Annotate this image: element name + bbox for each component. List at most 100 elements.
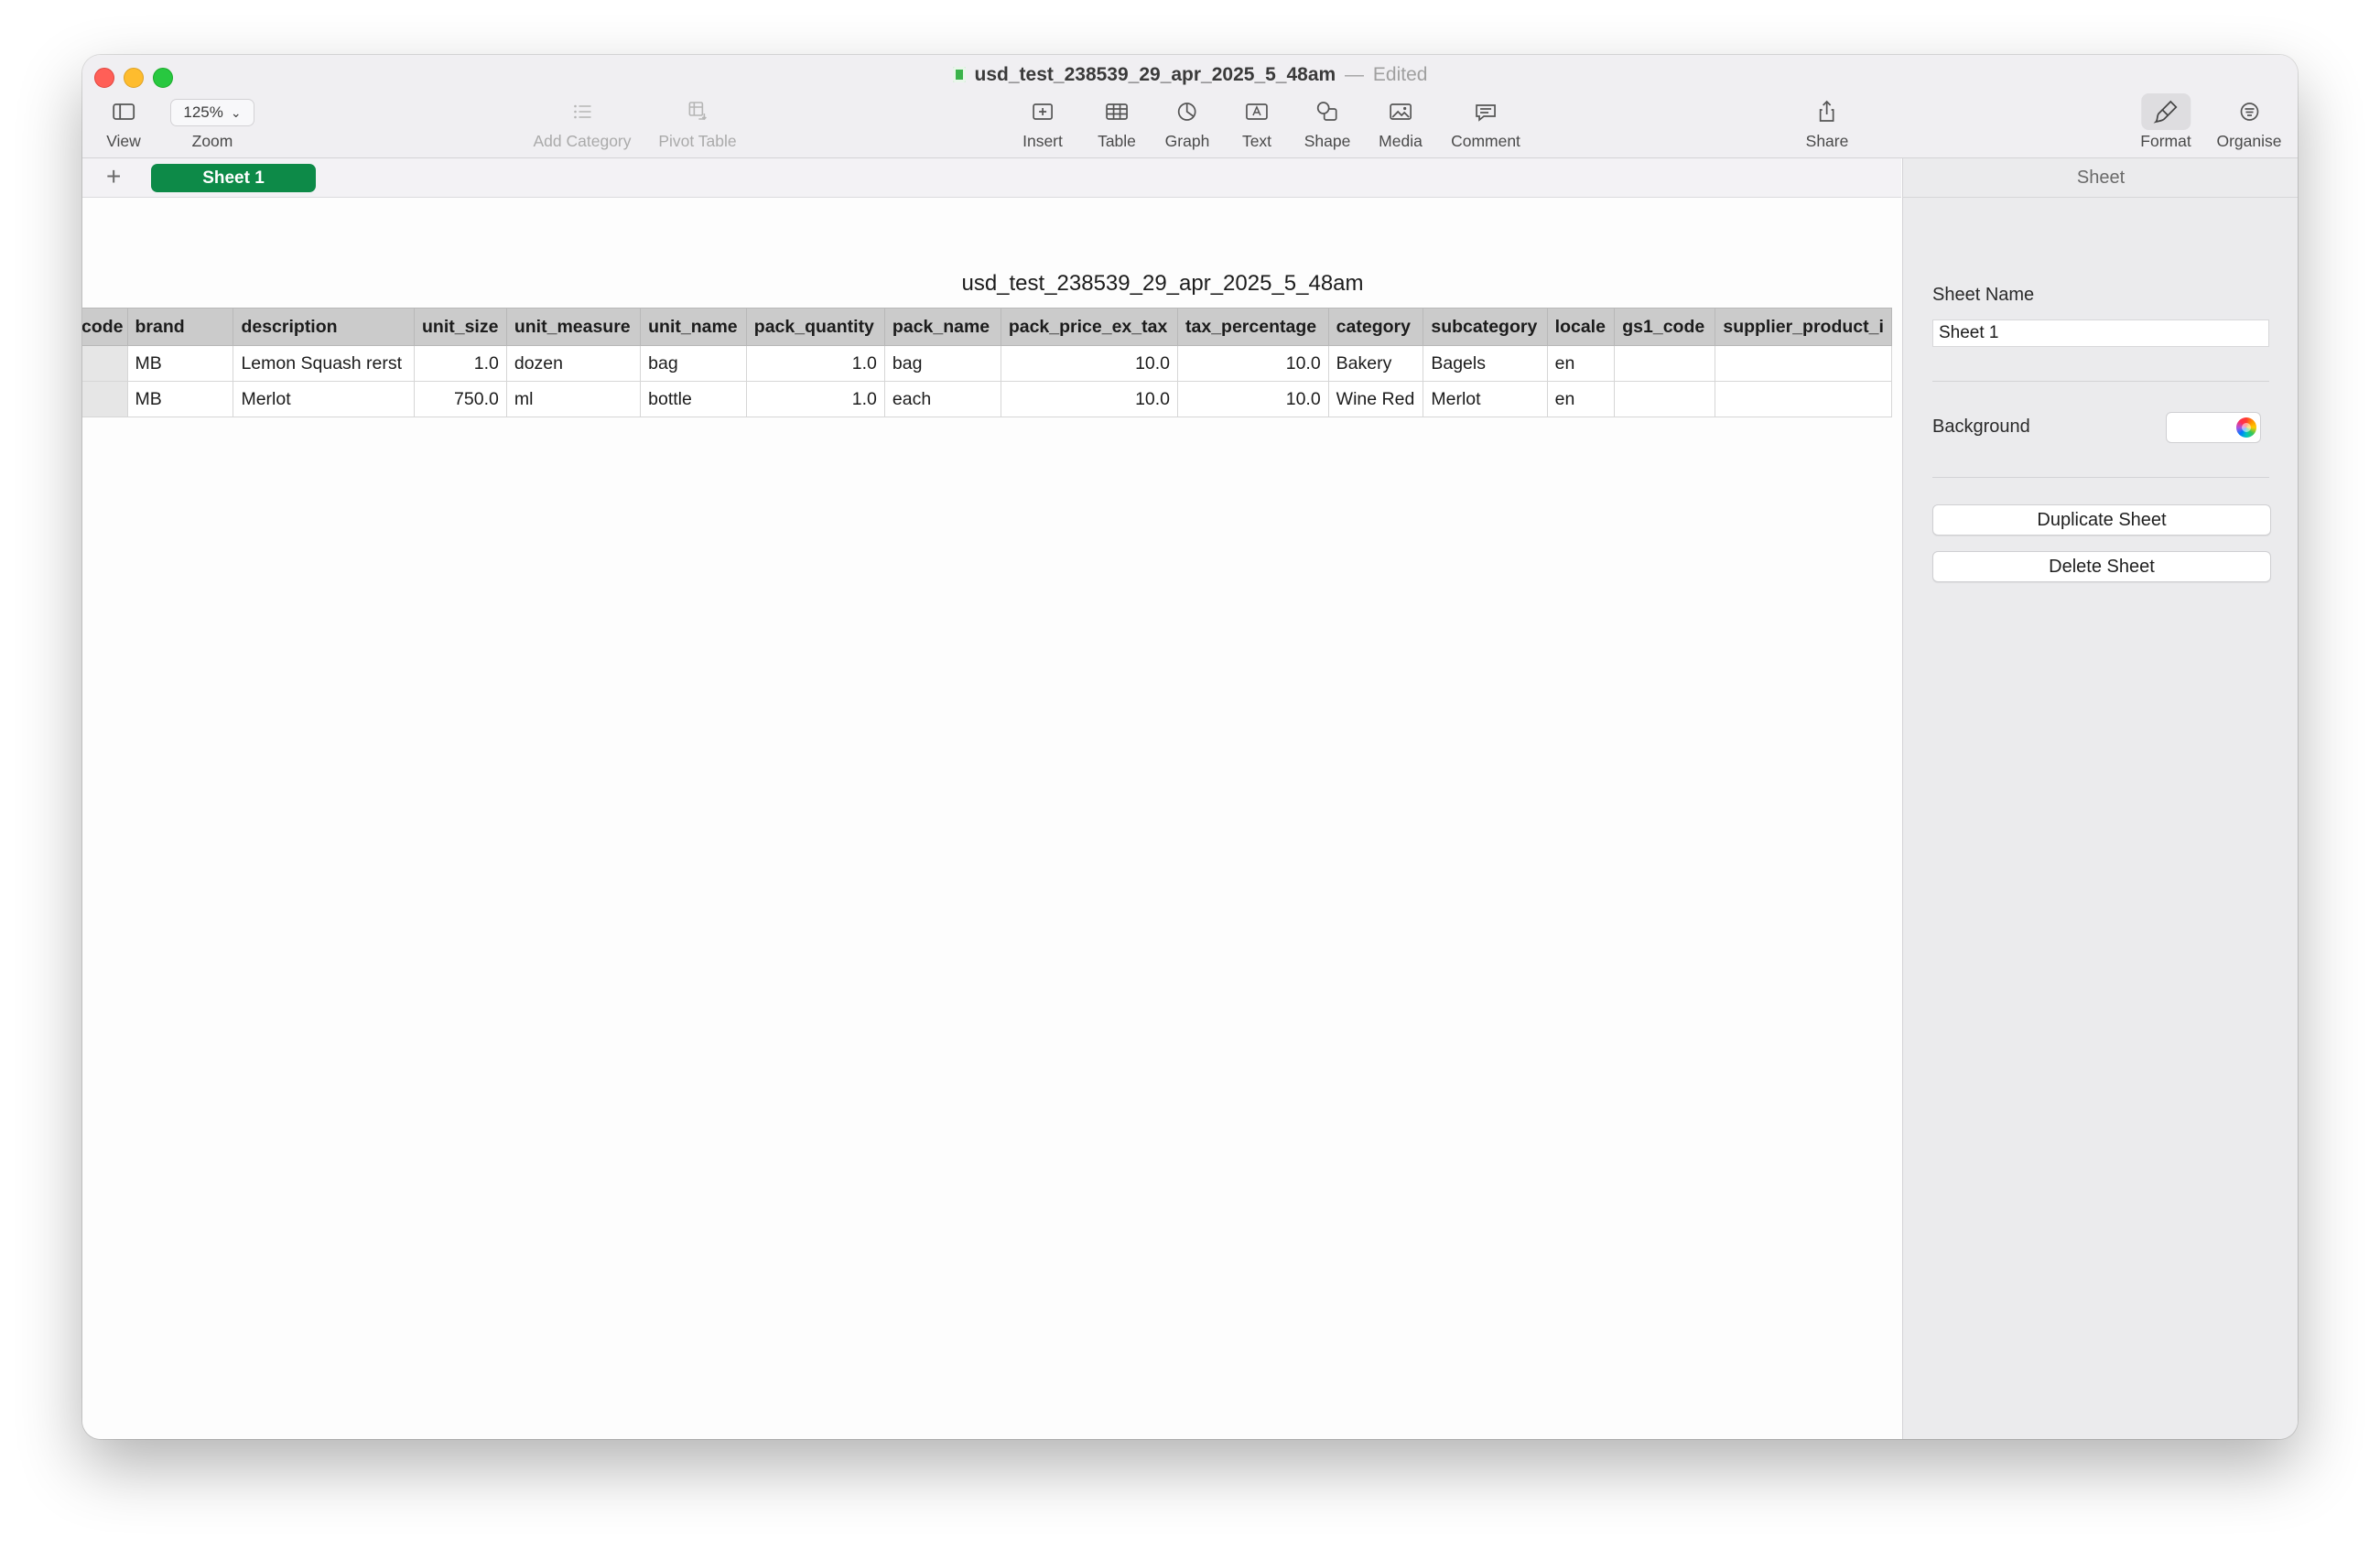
table-cell[interactable] — [1715, 381, 1892, 417]
data-table[interactable]: code brand description unit_size unit_me… — [82, 308, 1892, 417]
share-button[interactable]: Share — [1805, 93, 1849, 151]
table-cell[interactable] — [1614, 381, 1716, 417]
column-header[interactable]: locale — [1546, 308, 1616, 346]
shape-button[interactable]: Shape — [1304, 93, 1350, 151]
comment-icon — [1472, 93, 1499, 130]
view-label: View — [106, 132, 141, 150]
table-cell[interactable]: 10.0 — [1000, 345, 1179, 382]
table-cell[interactable]: 10.0 — [1000, 381, 1179, 417]
table-cell[interactable]: Lemon Squash rerst — [233, 345, 415, 382]
chevron-down-icon: ⌄ — [230, 104, 242, 120]
insert-icon — [1029, 93, 1056, 130]
edited-status: Edited — [1372, 64, 1428, 85]
table-cell[interactable]: Merlot — [233, 381, 415, 417]
column-header[interactable]: pack_price_ex_tax — [1000, 308, 1179, 346]
table-title-container: usd_test_238539_29_apr_2025_5_48am — [82, 271, 1901, 298]
sheet-tab-bar: + Sheet 1 — [82, 158, 1901, 198]
column-header[interactable]: unit_measure — [505, 308, 642, 346]
column-header[interactable]: unit_name — [640, 308, 747, 346]
add-category-button[interactable]: Add Category — [533, 93, 632, 151]
table-cell[interactable]: Bakery — [1327, 345, 1424, 382]
organise-button[interactable]: Organise — [2216, 93, 2282, 151]
media-label: Media — [1379, 132, 1423, 150]
insert-button[interactable]: Insert — [1022, 93, 1063, 151]
sheet-name-label: Sheet Name — [1932, 285, 2035, 305]
zoom-label: Zoom — [191, 132, 233, 150]
comment-label: Comment — [1451, 132, 1520, 150]
duplicate-sheet-button[interactable]: Duplicate Sheet — [1932, 504, 2271, 536]
table-title[interactable]: usd_test_238539_29_apr_2025_5_48am — [961, 271, 1363, 297]
format-sidebar: Sheet Sheet Name Background Duplicate Sh… — [1902, 158, 2298, 1439]
table-cell[interactable]: dozen — [505, 345, 642, 382]
table-cell[interactable]: Merlot — [1423, 381, 1548, 417]
share-label: Share — [1805, 132, 1849, 150]
table-icon — [1103, 93, 1130, 130]
comment-button[interactable]: Comment — [1451, 93, 1520, 151]
table-cell[interactable]: bottle — [640, 381, 747, 417]
zoom-select[interactable]: 125% ⌄ — [170, 99, 254, 126]
sheet-name-field[interactable] — [1932, 319, 2269, 347]
pivot-table-icon — [684, 93, 711, 130]
numbers-window: usd_test_238539_29_apr_2025_5_48am — Edi… — [82, 55, 2298, 1439]
header-row: code brand description unit_size unit_me… — [82, 308, 1892, 346]
text-label: Text — [1241, 132, 1272, 150]
column-header[interactable]: unit_size — [414, 308, 507, 346]
table-cell[interactable]: MB — [126, 345, 234, 382]
view-button[interactable]: View — [106, 93, 141, 151]
column-header[interactable]: description — [233, 308, 415, 346]
table-cell[interactable]: 10.0 — [1177, 345, 1329, 382]
paintbrush-icon — [2141, 93, 2191, 130]
column-header[interactable]: code — [82, 308, 128, 346]
add-sheet-button[interactable]: + — [106, 162, 121, 191]
column-header[interactable]: tax_percentage — [1177, 308, 1329, 346]
table-cell[interactable]: bag — [883, 345, 1001, 382]
table-cell[interactable] — [1715, 345, 1892, 382]
media-button[interactable]: Media — [1379, 93, 1423, 151]
table-cell[interactable]: 10.0 — [1177, 381, 1329, 417]
column-header[interactable]: subcategory — [1423, 308, 1548, 346]
text-button[interactable]: Text — [1242, 93, 1271, 151]
table-cell[interactable] — [82, 345, 128, 382]
zoom-control[interactable]: 125% ⌄ Zoom — [170, 93, 254, 151]
sidebar-icon — [110, 93, 137, 130]
format-button[interactable]: Format — [2140, 93, 2191, 151]
table-row: MB Lemon Squash rerst 1.0 dozen bag 1.0 … — [82, 345, 1892, 382]
table-cell[interactable]: 1.0 — [745, 381, 885, 417]
column-header[interactable]: brand — [126, 308, 234, 346]
table-cell[interactable]: en — [1546, 381, 1616, 417]
insert-label: Insert — [1022, 132, 1063, 150]
table-button[interactable]: Table — [1098, 93, 1136, 151]
graph-label: Graph — [1164, 132, 1210, 150]
table-cell[interactable]: en — [1546, 345, 1616, 382]
table-cell[interactable]: Wine Red — [1327, 381, 1424, 417]
background-color-well[interactable] — [2166, 412, 2261, 443]
table-cell[interactable]: 1.0 — [745, 345, 885, 382]
table-cell[interactable] — [82, 381, 128, 417]
table-cell[interactable]: ml — [505, 381, 642, 417]
table-cell[interactable] — [1614, 345, 1716, 382]
delete-sheet-button[interactable]: Delete Sheet — [1932, 551, 2271, 582]
table-cell[interactable]: each — [883, 381, 1001, 417]
text-box-icon — [1243, 93, 1271, 130]
table-cell[interactable]: Bagels — [1423, 345, 1548, 382]
table-cell[interactable]: MB — [126, 381, 234, 417]
table-cell[interactable]: bag — [640, 345, 747, 382]
column-header[interactable]: supplier_product_i — [1715, 308, 1892, 346]
sidebar-divider — [1932, 477, 2269, 478]
pivot-table-button[interactable]: Pivot Table — [658, 93, 737, 151]
sheet-canvas[interactable]: usd_test_238539_29_apr_2025_5_48am code … — [82, 198, 1901, 1439]
column-header[interactable]: pack_name — [883, 308, 1001, 346]
column-header[interactable]: pack_quantity — [745, 308, 885, 346]
graph-button[interactable]: Graph — [1164, 93, 1210, 151]
column-header[interactable]: category — [1327, 308, 1424, 346]
table-cell[interactable]: 1.0 — [414, 345, 507, 382]
column-header[interactable]: gs1_code — [1614, 308, 1716, 346]
photo-icon — [1387, 93, 1414, 130]
organise-label: Organise — [2216, 132, 2282, 150]
sheet-tab[interactable]: Sheet 1 — [151, 164, 316, 192]
organise-icon — [2235, 93, 2263, 130]
table-cell[interactable]: 750.0 — [414, 381, 507, 417]
sidebar-header: Sheet — [1903, 158, 2298, 198]
share-icon — [1813, 93, 1841, 130]
color-wheel-icon[interactable] — [2236, 417, 2256, 438]
